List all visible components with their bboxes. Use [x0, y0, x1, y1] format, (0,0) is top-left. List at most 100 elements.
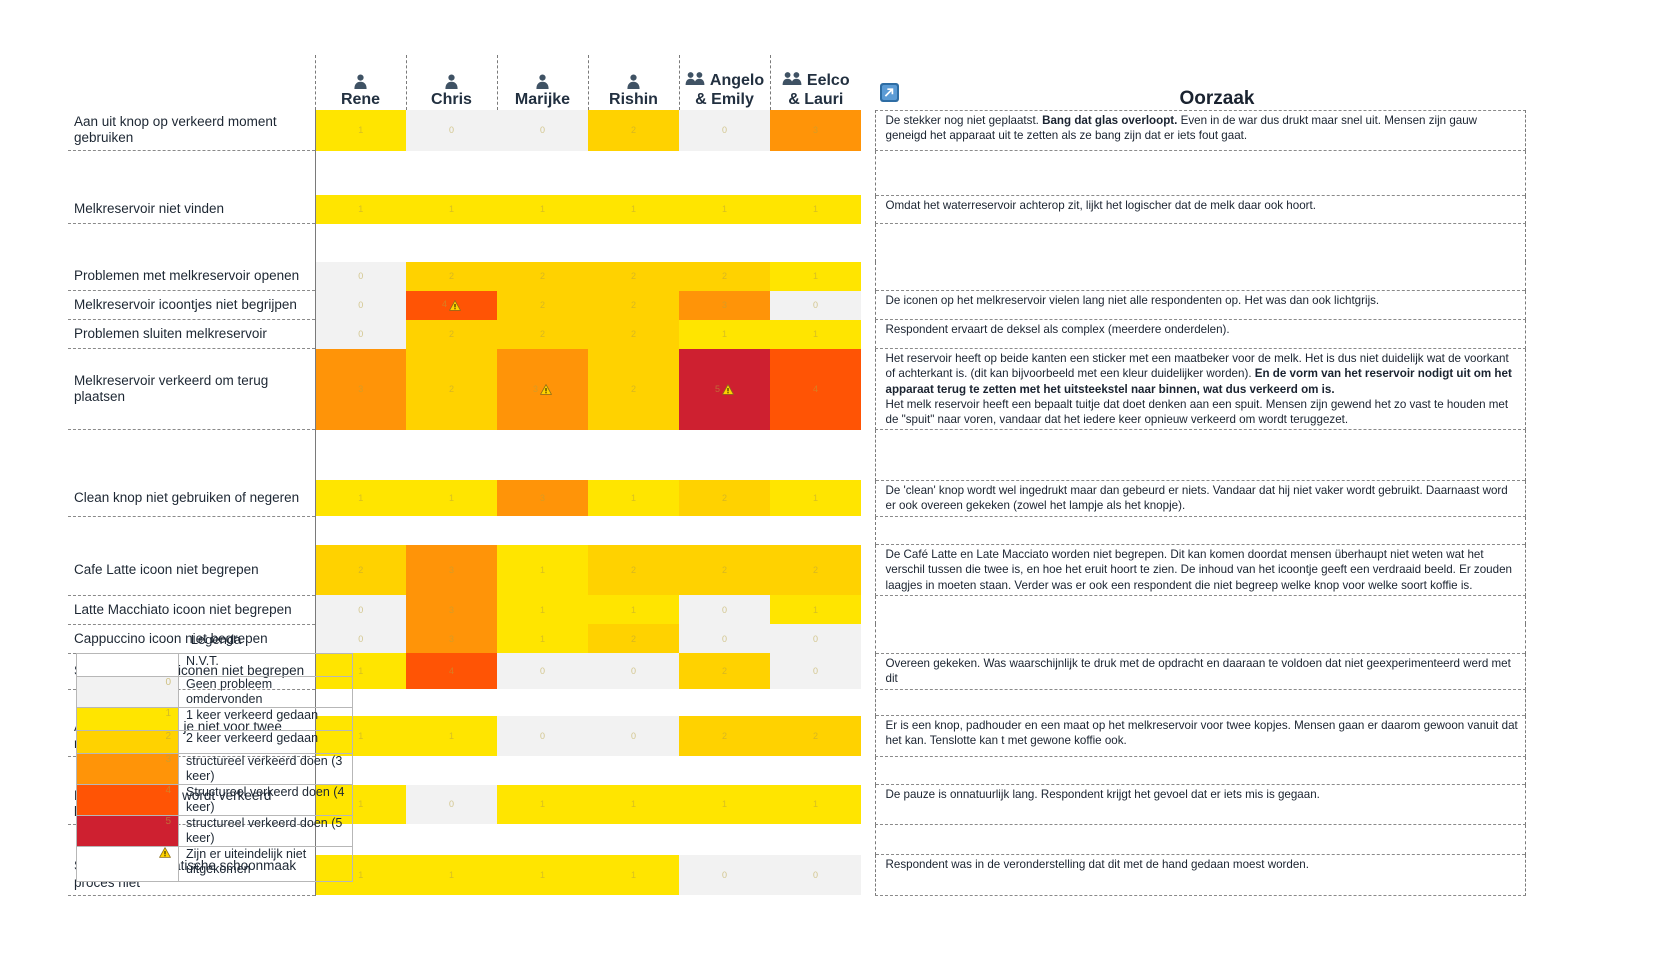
warning-triangle-icon	[447, 299, 461, 311]
participant-name: Marijke	[514, 91, 571, 109]
spacer-label	[68, 150, 316, 195]
legend-row: 5 structureel verkeerd doen (5 keer)	[76, 815, 353, 847]
issue-label: Cafe Latte icoon niet begrepen	[68, 544, 316, 596]
cause-column-header: Oorzaak	[875, 55, 1525, 110]
severity-value: 1	[539, 604, 545, 615]
spacer-cell	[588, 756, 679, 785]
severity-cell: 5	[679, 348, 770, 430]
severity-value: 3	[448, 633, 454, 644]
legend-value: 1	[165, 708, 171, 719]
spacer-cell	[406, 824, 497, 855]
severity-value: 1	[630, 869, 636, 880]
severity-cell: 0	[770, 854, 861, 895]
severity-cell: 2	[315, 544, 406, 596]
severity-cell: 1	[679, 784, 770, 824]
severity-value: 0	[358, 300, 364, 310]
gap-cell	[861, 624, 875, 653]
table-row: Melkreservoir verkeerd om terug plaatsen…	[68, 347, 1526, 431]
participant-name-2: & Emily	[695, 91, 754, 109]
gap-cell	[861, 430, 875, 481]
issue-label: Problemen sluiten melkreservoir	[68, 319, 316, 349]
spacer-cell	[406, 151, 497, 196]
severity-value: 2	[812, 565, 818, 576]
severity-value: 1	[358, 869, 364, 880]
severity-cell: 1	[497, 854, 588, 895]
usability-issue-matrix-sheet: Rene Chris Marijke Rishin Angelo & Emily Eelco…	[0, 0, 1666, 975]
severity-cell: 2	[588, 544, 679, 596]
issue-label: Clean knop niet gebruiken of negeren	[68, 480, 316, 517]
severity-value: 1	[539, 799, 545, 810]
severity-value: 0	[630, 666, 636, 677]
severity-value: 3	[358, 384, 364, 395]
issue-label: Melkreservoir icoontjes niet begrijpen	[68, 290, 316, 320]
severity-cell: 1	[588, 595, 679, 625]
participant-name: Rishin	[609, 91, 658, 109]
severity-cell: 2	[588, 262, 679, 291]
legend-row: 4 Structureel verkeerd doen (4 keer)	[76, 784, 353, 816]
cause-text: Er is een knop, padhouder en een maat op…	[874, 715, 1526, 757]
table-row: Latte Macchiato icoon niet begrepen 0 3 1 1 0…	[68, 595, 1526, 625]
severity-cell: 0	[679, 595, 770, 625]
severity-cell: 1	[770, 262, 861, 291]
gap-col	[861, 55, 875, 110]
severity-value: 1	[358, 204, 364, 215]
severity-cell: 3	[497, 480, 588, 517]
severity-cell: 3	[406, 544, 497, 596]
spacer-cell	[679, 516, 770, 545]
severity-cell: 1	[588, 195, 679, 224]
participant-header-eelco: Eelco & Lauri	[769, 55, 861, 110]
severity-cell: 1	[497, 544, 588, 596]
gap-cell	[861, 195, 875, 224]
spacer-cell	[315, 516, 406, 545]
severity-cell: 1	[770, 784, 861, 824]
spacer-cell	[588, 689, 679, 716]
participant-name: Angelo	[709, 72, 765, 90]
legend-label: N.V.T.	[178, 653, 353, 677]
severity-value: 1	[630, 493, 636, 504]
severity-value: 1	[721, 204, 727, 215]
issue-label: Melkreservoir niet vinden	[68, 195, 316, 224]
severity-value: 1	[358, 493, 364, 504]
spacer-cell	[770, 824, 861, 855]
legend-swatch: 1	[76, 707, 179, 731]
severity-value: 2	[448, 329, 454, 339]
severity-cell: 2	[679, 544, 770, 596]
severity-value: 1	[812, 204, 818, 215]
cause-text	[874, 624, 1526, 654]
severity-value: 1	[358, 125, 364, 136]
people-icon	[685, 71, 706, 91]
severity-cell: 3	[679, 290, 770, 320]
severity-cell: 2	[679, 653, 770, 690]
severity-value: 1	[630, 204, 636, 215]
gap-cell	[861, 824, 875, 855]
spacer-cell	[770, 430, 861, 481]
spacer-label	[68, 429, 316, 481]
severity-value: 2	[721, 666, 727, 677]
severity-value: 1	[448, 493, 454, 504]
severity-value: 2	[721, 271, 727, 282]
spacer-cell	[406, 516, 497, 545]
severity-value: 2	[448, 384, 454, 395]
participant-header-marijke: Marijke	[496, 55, 588, 110]
severity-cell: 1	[770, 195, 861, 224]
participant-header-rene: Rene	[314, 55, 406, 110]
spacer-label	[68, 516, 316, 545]
legend-row: 3 structureel verkeerd doen (3 keer)	[76, 753, 353, 785]
link-arrow-icon	[880, 82, 899, 108]
issue-label: Melkreservoir verkeerd om terug plaatsen	[68, 348, 316, 431]
spacer-row	[68, 429, 1526, 481]
severity-cell: 1	[497, 195, 588, 224]
cause-text: Omdat het waterreservoir achterop zit, l…	[874, 194, 1526, 224]
legend-table: N.V.T. 0 Geen probleem omdervonden 1 1 keer …	[76, 653, 353, 882]
severity-cell: 2	[679, 715, 770, 757]
spacer-cell	[770, 756, 861, 785]
severity-value: 3	[532, 383, 538, 394]
severity-cell: 3	[315, 348, 406, 430]
severity-value: 1	[721, 329, 727, 339]
severity-value: 0	[358, 329, 364, 339]
legend-row: 2 2 keer verkeerd gedaan	[76, 730, 353, 754]
legend-value: 4	[165, 785, 171, 796]
legend-swatch	[76, 653, 179, 677]
severity-cell: 3	[406, 624, 497, 654]
spacer-cell	[497, 824, 588, 855]
